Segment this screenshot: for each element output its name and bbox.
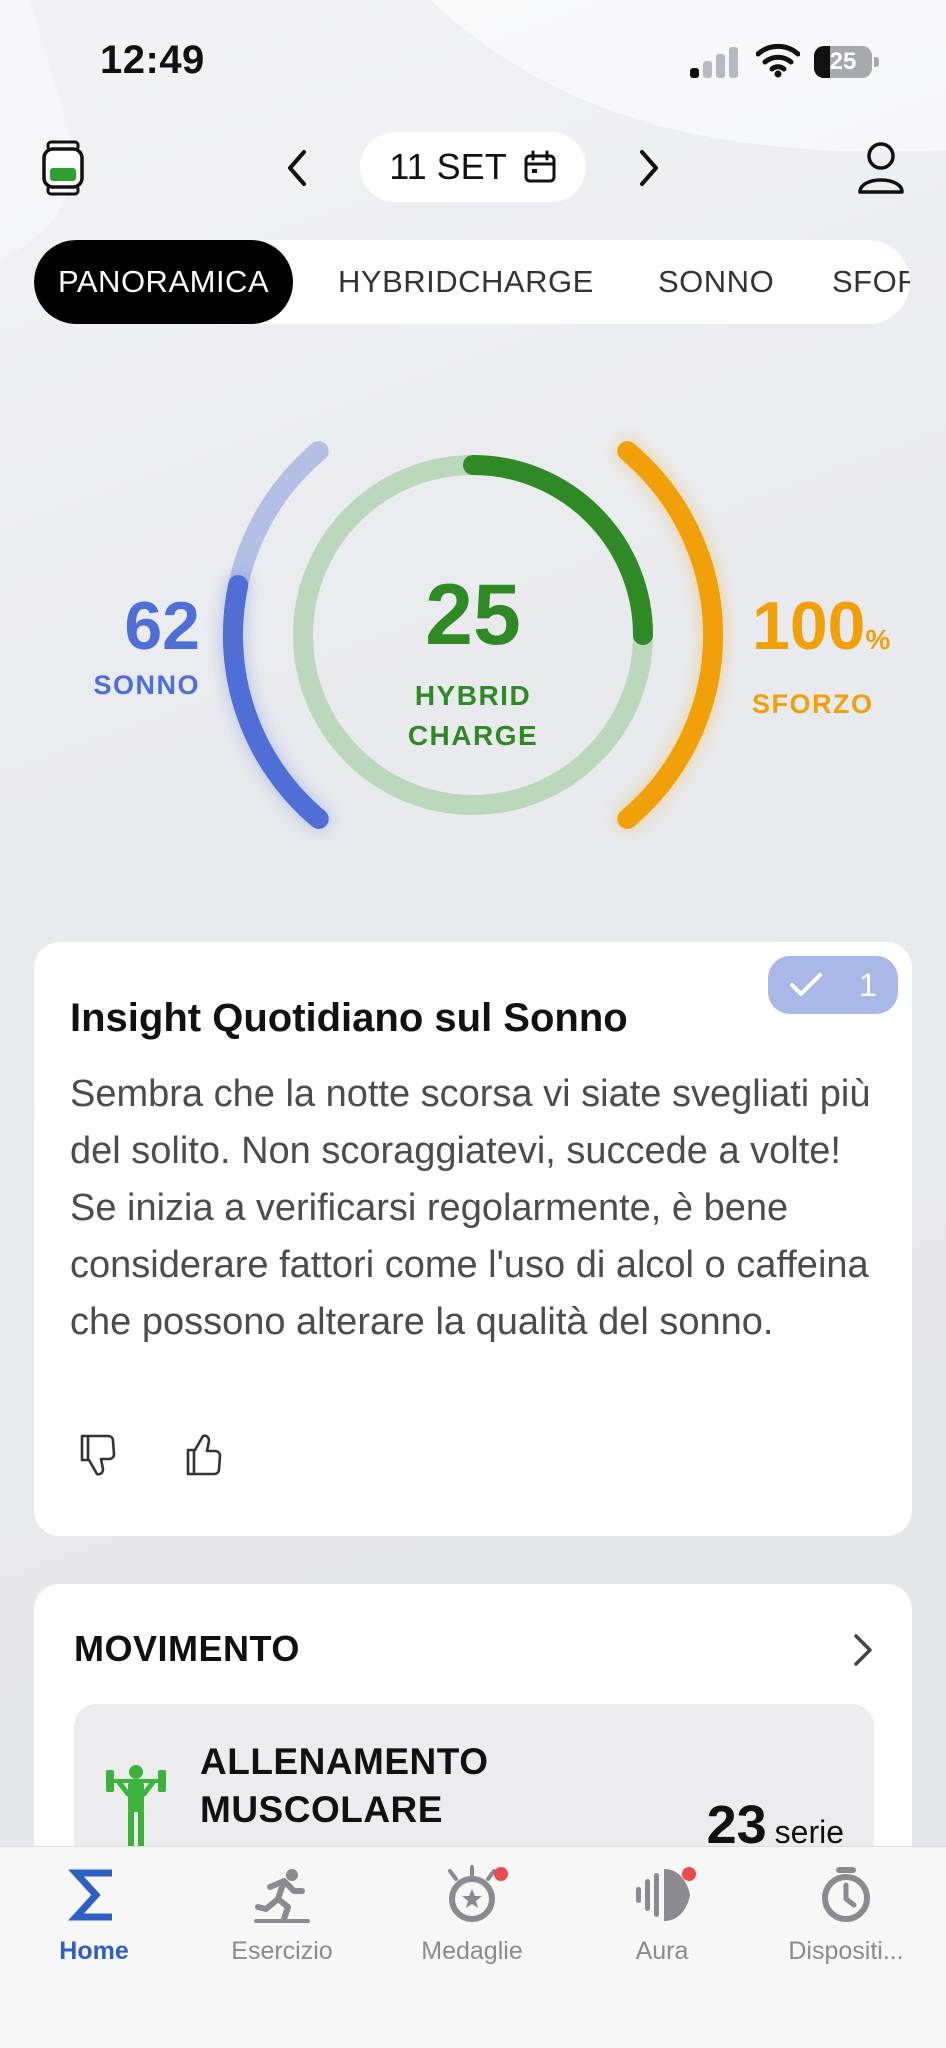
tab-sonno[interactable]: SONNO — [658, 240, 774, 324]
weightlifter-icon — [106, 1765, 166, 1848]
insight-badge-count: 1 — [859, 966, 877, 1003]
battery-icon: 25 — [814, 46, 880, 78]
effort-score: 100% SFORZO — [752, 590, 932, 720]
notification-dot — [682, 1867, 696, 1881]
stopwatch-icon — [822, 1867, 870, 1922]
nav-medaglie-label: Medaglie — [421, 1937, 523, 1965]
date-picker[interactable]: 11 SET — [360, 132, 586, 202]
nav-dispositivi-label: Dispositi... — [788, 1937, 904, 1965]
hybrid-score-label-1: HYBRID — [414, 680, 532, 711]
thumbs-up-icon[interactable] — [180, 1432, 226, 1478]
cellular-signal-icon — [690, 46, 740, 78]
hybrid-score-label-2: CHARGE — [407, 720, 539, 751]
nav-medaglie[interactable]: Medaglie — [382, 1865, 562, 1995]
tab-sforzo[interactable]: SFORZO — [832, 240, 910, 324]
movement-title: MOVIMENTO — [74, 1628, 300, 1669]
medal-icon — [448, 1865, 496, 1922]
bottom-navigation: Home Esercizio Medaglie Aura Dispositi..… — [0, 1846, 946, 2048]
runner-icon — [254, 1869, 310, 1923]
watch-battery-icon[interactable] — [40, 140, 86, 196]
nav-esercizio-label: Esercizio — [231, 1937, 333, 1965]
insight-read-badge[interactable]: 1 — [768, 956, 898, 1014]
notification-dot — [494, 1867, 508, 1881]
tab-hybridcharge[interactable]: HYBRIDCHARGE — [338, 240, 594, 324]
insight-body: Sembra che la notte scorsa vi siate sveg… — [70, 1073, 871, 1343]
wifi-icon — [756, 43, 800, 78]
previous-day-button[interactable] — [280, 146, 316, 190]
nav-aura-label: Aura — [635, 1937, 689, 1965]
profile-icon[interactable] — [856, 140, 906, 196]
score-rings[interactable]: 62 SONNO 25 HYBRID CHARGE 100% SFORZO — [0, 420, 946, 840]
thumbs-down-icon[interactable] — [74, 1432, 120, 1478]
hybrid-score-value: 25 — [425, 567, 521, 663]
activity-title-line2: MUSCOLARE — [200, 1789, 443, 1830]
effort-score-value: 100 — [752, 588, 866, 664]
checkmark-icon — [790, 973, 823, 996]
effort-score-label: SFORZO — [752, 689, 874, 719]
nav-aura[interactable]: Aura — [572, 1865, 752, 1995]
status-bar: 12:49 25 — [0, 0, 946, 120]
battery-level: 25 — [829, 48, 857, 75]
sleep-score-value: 62 — [124, 588, 200, 664]
chevron-right-icon[interactable] — [848, 1630, 876, 1670]
nav-home-label: Home — [59, 1937, 129, 1965]
activity-title-line1: ALLENAMENTO — [200, 1741, 489, 1782]
app-screen: 12:49 25 11 SET PANORAMICA HYBRIDCHARGE … — [0, 0, 946, 2048]
insight-title: Insight Quotidiano sul Sonno — [70, 996, 628, 1040]
nav-esercizio[interactable]: Esercizio — [192, 1865, 372, 1995]
sleep-score-label: SONNO — [93, 670, 200, 700]
sleep-score: 62 SONNO — [60, 590, 200, 701]
tab-panoramica[interactable]: PANORAMICA — [34, 240, 294, 324]
nav-home[interactable]: Home — [4, 1865, 184, 1995]
date-label: 11 SET — [389, 146, 507, 187]
activity-value-unit: serie — [774, 1814, 844, 1850]
sleep-insight-card[interactable]: 1 Insight Quotidiano sul Sonno Sembra ch… — [34, 942, 912, 1536]
status-time: 12:49 — [100, 38, 205, 82]
sigma-icon — [68, 1869, 112, 1921]
effort-score-unit: % — [865, 624, 891, 655]
hybrid-charge-score: 25 HYBRID CHARGE — [373, 570, 573, 756]
next-day-button[interactable] — [630, 146, 666, 190]
calendar-icon — [524, 150, 556, 183]
nav-dispositivi[interactable]: Dispositi... — [756, 1865, 936, 1995]
section-tabs: PANORAMICA HYBRIDCHARGE SONNO SFORZO — [34, 240, 910, 324]
activity-title: ALLENAMENTO MUSCOLARE — [200, 1738, 488, 1834]
